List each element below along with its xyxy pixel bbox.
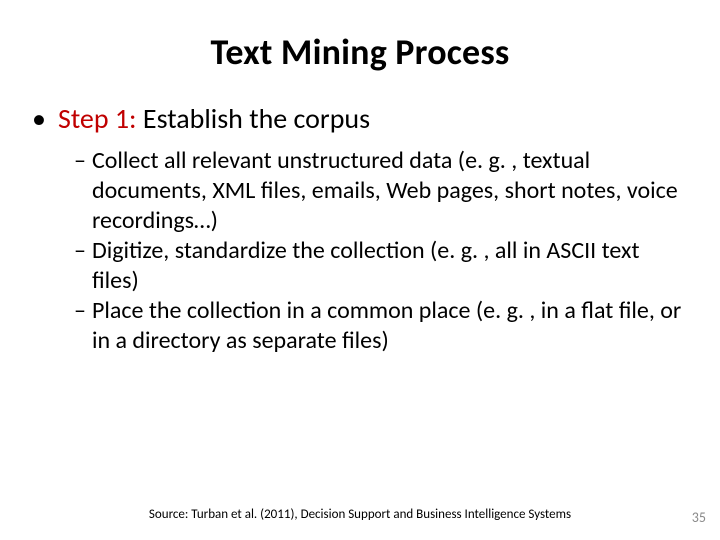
page-number: 35: [692, 509, 706, 526]
bullet-dot-icon: •: [32, 102, 46, 136]
dash-icon: –: [74, 236, 86, 266]
sub-text: Digitize, standardize the collection (e.…: [92, 236, 688, 296]
sub-bullet: – Place the collection in a common place…: [74, 296, 688, 356]
slide: Text Mining Process • Step 1: Establish …: [0, 0, 720, 540]
sub-text: Collect all relevant unstructured data (…: [92, 146, 688, 236]
dash-icon: –: [74, 146, 86, 176]
source-citation: Source: Turban et al. (2011), Decision S…: [0, 507, 720, 522]
step-text: Step 1: Establish the corpus: [58, 102, 370, 136]
step-label-rest: Establish the corpus: [143, 101, 370, 136]
sub-text: Place the collection in a common place (…: [92, 296, 688, 356]
step-bullet: • Step 1: Establish the corpus: [32, 102, 692, 136]
dash-icon: –: [74, 296, 86, 326]
sub-bullet: – Digitize, standardize the collection (…: [74, 236, 688, 296]
slide-title: Text Mining Process: [28, 30, 692, 74]
sub-bullet: – Collect all relevant unstructured data…: [74, 146, 688, 236]
step-label-red: Step 1:: [58, 101, 143, 136]
